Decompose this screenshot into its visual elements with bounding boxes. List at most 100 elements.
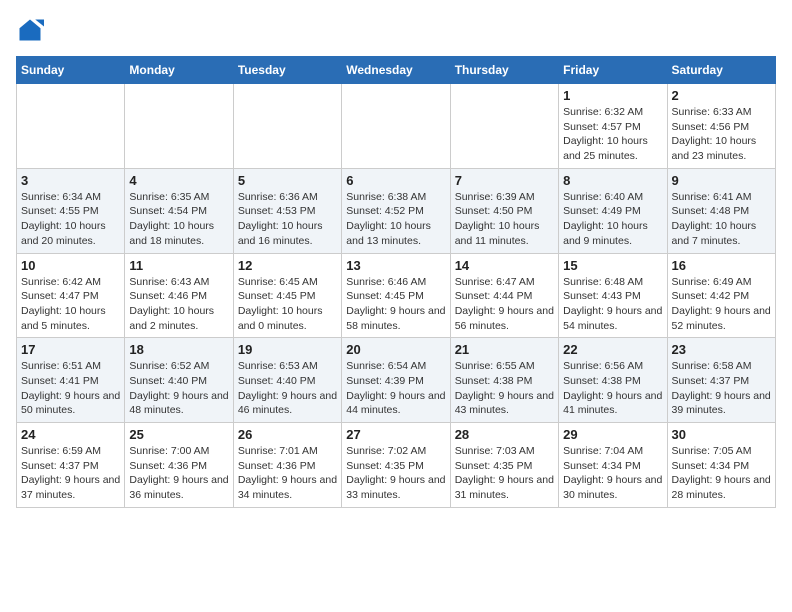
calendar-day-cell: 20 Sunrise: 6:54 AM Sunset: 4:39 PM Dayli… — [342, 338, 450, 423]
day-number: 10 — [21, 258, 120, 273]
calendar-week-row: 17 Sunrise: 6:51 AM Sunset: 4:41 PM Dayli… — [17, 338, 776, 423]
day-number: 29 — [563, 427, 662, 442]
day-number: 2 — [672, 88, 771, 103]
day-info: Sunrise: 6:54 AM Sunset: 4:39 PM Dayligh… — [346, 359, 445, 418]
day-info: Sunrise: 6:51 AM Sunset: 4:41 PM Dayligh… — [21, 359, 120, 418]
day-info: Sunrise: 6:43 AM Sunset: 4:46 PM Dayligh… — [129, 275, 228, 334]
calendar-day-cell: 19Sunrise: 6:53 AM Sunset: 4:40 PM Dayli… — [233, 338, 341, 423]
calendar-day-cell: 9 Sunrise: 6:41 AM Sunset: 4:48 PM Daylig… — [667, 168, 775, 253]
calendar-day-cell: 1 Sunrise: 6:32 AM Sunset: 4:57 PM Daylig… — [559, 84, 667, 169]
day-info: Sunrise: 6:36 AM Sunset: 4:53 PM Dayligh… — [238, 190, 337, 249]
day-number: 21 — [455, 342, 554, 357]
weekday-header-cell: Wednesday — [342, 57, 450, 84]
calendar-day-cell — [342, 84, 450, 169]
calendar-table: SundayMondayTuesdayWednesdayThursdayFrid… — [16, 56, 776, 508]
day-number: 9 — [672, 173, 771, 188]
calendar-day-cell: 14 Sunrise: 6:47 AM Sunset: 4:44 PM Dayli… — [450, 253, 558, 338]
calendar-day-cell: 24 Sunrise: 6:59 AM Sunset: 4:37 PM Dayli… — [17, 423, 125, 508]
day-info: Sunrise: 6:53 AM Sunset: 4:40 PM Dayligh… — [238, 359, 337, 418]
calendar-day-cell: 26 Sunrise: 7:01 AM Sunset: 4:36 PM Dayli… — [233, 423, 341, 508]
calendar-day-cell — [17, 84, 125, 169]
day-number: 6 — [346, 173, 445, 188]
calendar-day-cell: 6 Sunrise: 6:38 AM Sunset: 4:52 PM Daylig… — [342, 168, 450, 253]
day-number: 17 — [21, 342, 120, 357]
day-number: 14 — [455, 258, 554, 273]
calendar-day-cell: 21 Sunrise: 6:55 AM Sunset: 4:38 PM Dayli… — [450, 338, 558, 423]
day-info: Sunrise: 6:42 AM Sunset: 4:47 PM Dayligh… — [21, 275, 120, 334]
calendar-day-cell: 17 Sunrise: 6:51 AM Sunset: 4:41 PM Dayli… — [17, 338, 125, 423]
day-number: 24 — [21, 427, 120, 442]
calendar-day-cell: 29Sunrise: 7:04 AM Sunset: 4:34 PM Dayli… — [559, 423, 667, 508]
calendar-day-cell: 4 Sunrise: 6:35 AM Sunset: 4:54 PM Daylig… — [125, 168, 233, 253]
day-info: Sunrise: 7:05 AM Sunset: 4:34 PM Dayligh… — [672, 444, 771, 503]
calendar-day-cell: 23 Sunrise: 6:58 AM Sunset: 4:37 PM Dayli… — [667, 338, 775, 423]
calendar-week-row: 24 Sunrise: 6:59 AM Sunset: 4:37 PM Dayli… — [17, 423, 776, 508]
day-number: 3 — [21, 173, 120, 188]
day-info: Sunrise: 6:39 AM Sunset: 4:50 PM Dayligh… — [455, 190, 554, 249]
day-number: 7 — [455, 173, 554, 188]
day-info: Sunrise: 6:41 AM Sunset: 4:48 PM Dayligh… — [672, 190, 771, 249]
day-info: Sunrise: 6:32 AM Sunset: 4:57 PM Dayligh… — [563, 105, 662, 164]
calendar-day-cell — [450, 84, 558, 169]
day-info: Sunrise: 6:40 AM Sunset: 4:49 PM Dayligh… — [563, 190, 662, 249]
day-info: Sunrise: 6:49 AM Sunset: 4:42 PM Dayligh… — [672, 275, 771, 334]
day-info: Sunrise: 7:03 AM Sunset: 4:35 PM Dayligh… — [455, 444, 554, 503]
day-number: 27 — [346, 427, 445, 442]
day-number: 11 — [129, 258, 228, 273]
day-info: Sunrise: 7:02 AM Sunset: 4:35 PM Dayligh… — [346, 444, 445, 503]
day-number: 18 — [129, 342, 228, 357]
day-info: Sunrise: 6:34 AM Sunset: 4:55 PM Dayligh… — [21, 190, 120, 249]
day-info: Sunrise: 6:59 AM Sunset: 4:37 PM Dayligh… — [21, 444, 120, 503]
day-info: Sunrise: 6:38 AM Sunset: 4:52 PM Dayligh… — [346, 190, 445, 249]
day-number: 12 — [238, 258, 337, 273]
calendar-day-cell — [233, 84, 341, 169]
day-info: Sunrise: 6:47 AM Sunset: 4:44 PM Dayligh… — [455, 275, 554, 334]
day-info: Sunrise: 6:33 AM Sunset: 4:56 PM Dayligh… — [672, 105, 771, 164]
calendar-day-cell: 22 Sunrise: 6:56 AM Sunset: 4:38 PM Dayli… — [559, 338, 667, 423]
day-number: 20 — [346, 342, 445, 357]
calendar-day-cell: 13Sunrise: 6:46 AM Sunset: 4:45 PM Dayli… — [342, 253, 450, 338]
calendar-week-row: 3 Sunrise: 6:34 AM Sunset: 4:55 PM Daylig… — [17, 168, 776, 253]
calendar-day-cell: 3 Sunrise: 6:34 AM Sunset: 4:55 PM Daylig… — [17, 168, 125, 253]
day-info: Sunrise: 6:55 AM Sunset: 4:38 PM Dayligh… — [455, 359, 554, 418]
weekday-header-row: SundayMondayTuesdayWednesdayThursdayFrid… — [17, 57, 776, 84]
day-info: Sunrise: 7:00 AM Sunset: 4:36 PM Dayligh… — [129, 444, 228, 503]
day-info: Sunrise: 6:45 AM Sunset: 4:45 PM Dayligh… — [238, 275, 337, 334]
weekday-header-cell: Sunday — [17, 57, 125, 84]
calendar-day-cell — [125, 84, 233, 169]
calendar-day-cell: 12 Sunrise: 6:45 AM Sunset: 4:45 PM Dayli… — [233, 253, 341, 338]
calendar-day-cell: 11 Sunrise: 6:43 AM Sunset: 4:46 PM Dayli… — [125, 253, 233, 338]
day-info: Sunrise: 6:35 AM Sunset: 4:54 PM Dayligh… — [129, 190, 228, 249]
day-info: Sunrise: 6:56 AM Sunset: 4:38 PM Dayligh… — [563, 359, 662, 418]
day-info: Sunrise: 6:58 AM Sunset: 4:37 PM Dayligh… — [672, 359, 771, 418]
calendar-day-cell: 10 Sunrise: 6:42 AM Sunset: 4:47 PM Dayli… — [17, 253, 125, 338]
weekday-header-cell: Tuesday — [233, 57, 341, 84]
logo — [16, 16, 48, 44]
logo-icon — [16, 16, 44, 44]
day-info: Sunrise: 6:46 AM Sunset: 4:45 PM Dayligh… — [346, 275, 445, 334]
calendar-day-cell: 2 Sunrise: 6:33 AM Sunset: 4:56 PM Daylig… — [667, 84, 775, 169]
day-number: 25 — [129, 427, 228, 442]
day-info: Sunrise: 6:52 AM Sunset: 4:40 PM Dayligh… — [129, 359, 228, 418]
day-number: 4 — [129, 173, 228, 188]
day-number: 26 — [238, 427, 337, 442]
calendar-day-cell: 15 Sunrise: 6:48 AM Sunset: 4:43 PM Dayli… — [559, 253, 667, 338]
day-number: 22 — [563, 342, 662, 357]
day-info: Sunrise: 6:48 AM Sunset: 4:43 PM Dayligh… — [563, 275, 662, 334]
day-info: Sunrise: 7:01 AM Sunset: 4:36 PM Dayligh… — [238, 444, 337, 503]
weekday-header-cell: Friday — [559, 57, 667, 84]
day-number: 28 — [455, 427, 554, 442]
calendar-day-cell: 30 Sunrise: 7:05 AM Sunset: 4:34 PM Dayli… — [667, 423, 775, 508]
calendar-day-cell: 7 Sunrise: 6:39 AM Sunset: 4:50 PM Daylig… — [450, 168, 558, 253]
calendar-body: 1 Sunrise: 6:32 AM Sunset: 4:57 PM Daylig… — [17, 84, 776, 508]
day-number: 1 — [563, 88, 662, 103]
weekday-header-cell: Thursday — [450, 57, 558, 84]
calendar-week-row: 10 Sunrise: 6:42 AM Sunset: 4:47 PM Dayli… — [17, 253, 776, 338]
day-number: 15 — [563, 258, 662, 273]
day-number: 30 — [672, 427, 771, 442]
calendar-day-cell: 27 Sunrise: 7:02 AM Sunset: 4:35 PM Dayli… — [342, 423, 450, 508]
calendar-day-cell: 25 Sunrise: 7:00 AM Sunset: 4:36 PM Dayli… — [125, 423, 233, 508]
day-number: 23 — [672, 342, 771, 357]
day-number: 8 — [563, 173, 662, 188]
calendar-day-cell: 18 Sunrise: 6:52 AM Sunset: 4:40 PM Dayli… — [125, 338, 233, 423]
